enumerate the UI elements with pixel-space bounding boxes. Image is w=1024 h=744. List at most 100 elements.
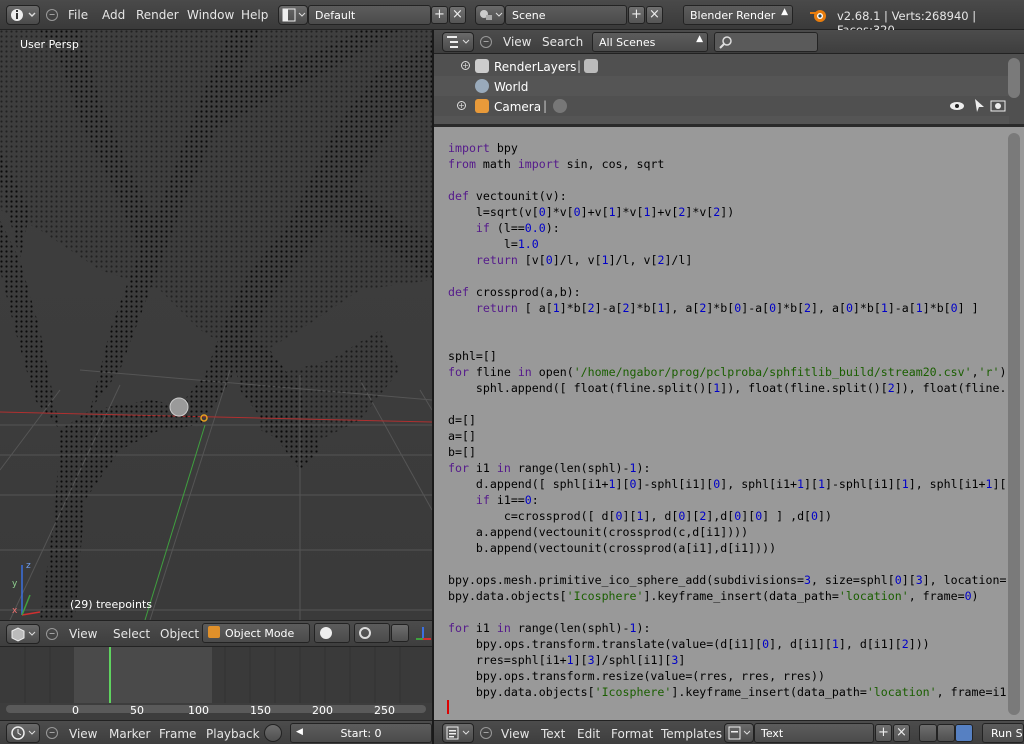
timeline-menu-playback[interactable]: Playback [206,727,260,741]
code-line: l=1.0 [448,237,539,251]
outliner-row-renderlayers[interactable]: + RenderLayers | [434,56,1009,76]
outliner-editor-type-button[interactable] [442,32,474,52]
menu-add[interactable]: Add [102,8,125,22]
scene-icon [480,10,503,20]
timeline-menu-marker[interactable]: Marker [109,727,150,741]
eye-icon[interactable] [949,99,965,113]
code-line: if (l==0.0): [475,221,560,235]
expand-icon[interactable]: + [461,61,470,70]
menu-window[interactable]: Window [187,8,234,22]
code-line: return [v[0]/l, v[1]/l, v[2]/l] [475,253,693,267]
outliner-row-partial [434,116,1009,124]
pivot-select[interactable] [354,623,390,643]
outliner-collapse-icon[interactable]: − [480,36,492,48]
text-menu-edit[interactable]: Edit [577,727,600,741]
viewport-collapse-icon[interactable]: − [46,628,58,640]
active-object-label: (29) treepoints [70,598,152,611]
text-menu-format[interactable]: Format [611,727,653,741]
syntax-highlight-toggle[interactable] [955,724,973,742]
code-line: sphl.append([ float(fline.split()[1]), f… [448,381,1007,395]
outliner-header: − View Search All Scenes ▲ [434,30,1024,54]
word-wrap-toggle[interactable] [937,724,955,742]
layout-name-field[interactable]: Default [308,5,431,25]
run-script-button[interactable]: Run S [982,723,1024,743]
pivot-icon [359,627,371,639]
collapse-menu-icon[interactable]: − [46,9,58,21]
new-text-button[interactable]: + [875,724,892,742]
code-line: for i1 in range(len(sphl)-1): [448,621,651,635]
icosphere-object[interactable] [169,397,189,417]
timeline-scrollbar[interactable] [6,705,426,713]
text-menu-view[interactable]: View [501,727,529,741]
render-engine-label: Blender Render [690,9,776,22]
remove-layout-button[interactable]: × [449,6,466,24]
updown-arrow-icon: ▲ [781,7,788,17]
text-editor-scrollbar[interactable] [1008,133,1020,715]
outliner-tree[interactable]: + RenderLayers | World + Camera | [434,54,1024,124]
text-editor-header: − View Text Edit Format Templates Text +… [434,720,1024,744]
text-editor-type-button[interactable] [442,723,474,743]
layout-icon [282,8,306,22]
timeline-collapse-icon[interactable]: − [46,727,58,739]
outliner-menu-search[interactable]: Search [542,35,583,49]
outliner-scrollbar[interactable] [1008,58,1020,98]
start-frame-field[interactable]: ◀ Start: 0 [290,723,432,743]
view-perspective-label: User Persp [20,38,79,51]
text-datablock-name[interactable]: Text [754,723,874,743]
outliner-display-filter[interactable]: All Scenes ▲ [592,32,708,52]
outliner-separator: | [577,59,582,73]
timeline-gridlines [24,647,401,703]
timeline-area[interactable]: 0 50 100 150 200 250 [0,646,432,720]
timeline-current-frame-cursor[interactable] [109,647,111,703]
outliner-menu-view[interactable]: View [503,35,531,49]
viewport-menu-object[interactable]: Object [160,627,199,641]
svg-text:z: z [26,561,31,571]
viewport-editor-type-button[interactable] [6,624,40,644]
menu-file[interactable]: File [68,8,88,22]
editor-type-button[interactable] [6,5,40,25]
viewport-header: − View Select Object Object Mode [0,620,432,646]
expand-icon[interactable]: + [457,101,466,110]
line-numbers-toggle[interactable] [919,724,937,742]
code-line: bpy.data.objects['Icosphere'].keyframe_i… [448,685,1007,699]
remove-scene-button[interactable]: × [646,6,663,24]
3d-viewport[interactable]: z y x User Persp (29) treepoints [0,30,432,620]
text-editor[interactable]: import bpy from math import sin, cos, sqr… [434,127,1024,720]
timeline-menu-frame[interactable]: Frame [159,727,196,741]
shading-select[interactable] [314,623,350,643]
menu-help[interactable]: Help [241,8,268,22]
code-line: l=sqrt(v[0]*v[0]+v[1]*v[1]+v[2]*v[2]) [448,205,735,219]
viewport-menu-view[interactable]: View [69,627,97,641]
outliner-row-camera[interactable]: + Camera | [434,96,1009,116]
keying-toggle[interactable] [264,724,282,742]
text-datablock-browse-button[interactable] [724,723,754,743]
outliner-search-input[interactable] [714,32,818,52]
add-layout-button[interactable]: + [431,6,448,24]
code-line: from math import sin, cos, sqrt [448,157,665,171]
text-editor-collapse-icon[interactable]: − [480,727,492,739]
timeline-strip[interactable] [0,647,432,703]
layout-select-button[interactable] [278,5,308,25]
text-menu-text[interactable]: Text [541,727,565,741]
transform-manipulator-icon[interactable] [414,624,432,642]
add-scene-button[interactable]: + [628,6,645,24]
render-engine-select[interactable]: Blender Render ▲ [683,5,793,25]
render-icon[interactable] [990,99,1006,113]
mode-select[interactable]: Object Mode [202,623,310,643]
manipulator-toggle[interactable] [391,624,409,642]
cursor-icon[interactable] [972,98,986,114]
viewport-menu-select[interactable]: Select [113,627,150,641]
decrement-arrow-icon[interactable]: ◀ [296,727,303,737]
scene-select-button[interactable] [475,5,505,25]
outliner-row-world[interactable]: World [434,76,1009,96]
timeline-editor-type-button[interactable] [6,723,40,743]
code-text[interactable]: import bpy from math import sin, cos, sqr… [448,140,1006,700]
scene-name-field[interactable]: Scene [505,5,627,25]
text-menu-templates[interactable]: Templates [661,727,722,741]
object-mode-icon [208,626,220,638]
code-line: if i1==0: [475,493,539,507]
timeline-menu-view[interactable]: View [69,727,97,741]
unlink-text-button[interactable]: × [893,724,910,742]
menu-render[interactable]: Render [136,8,179,22]
